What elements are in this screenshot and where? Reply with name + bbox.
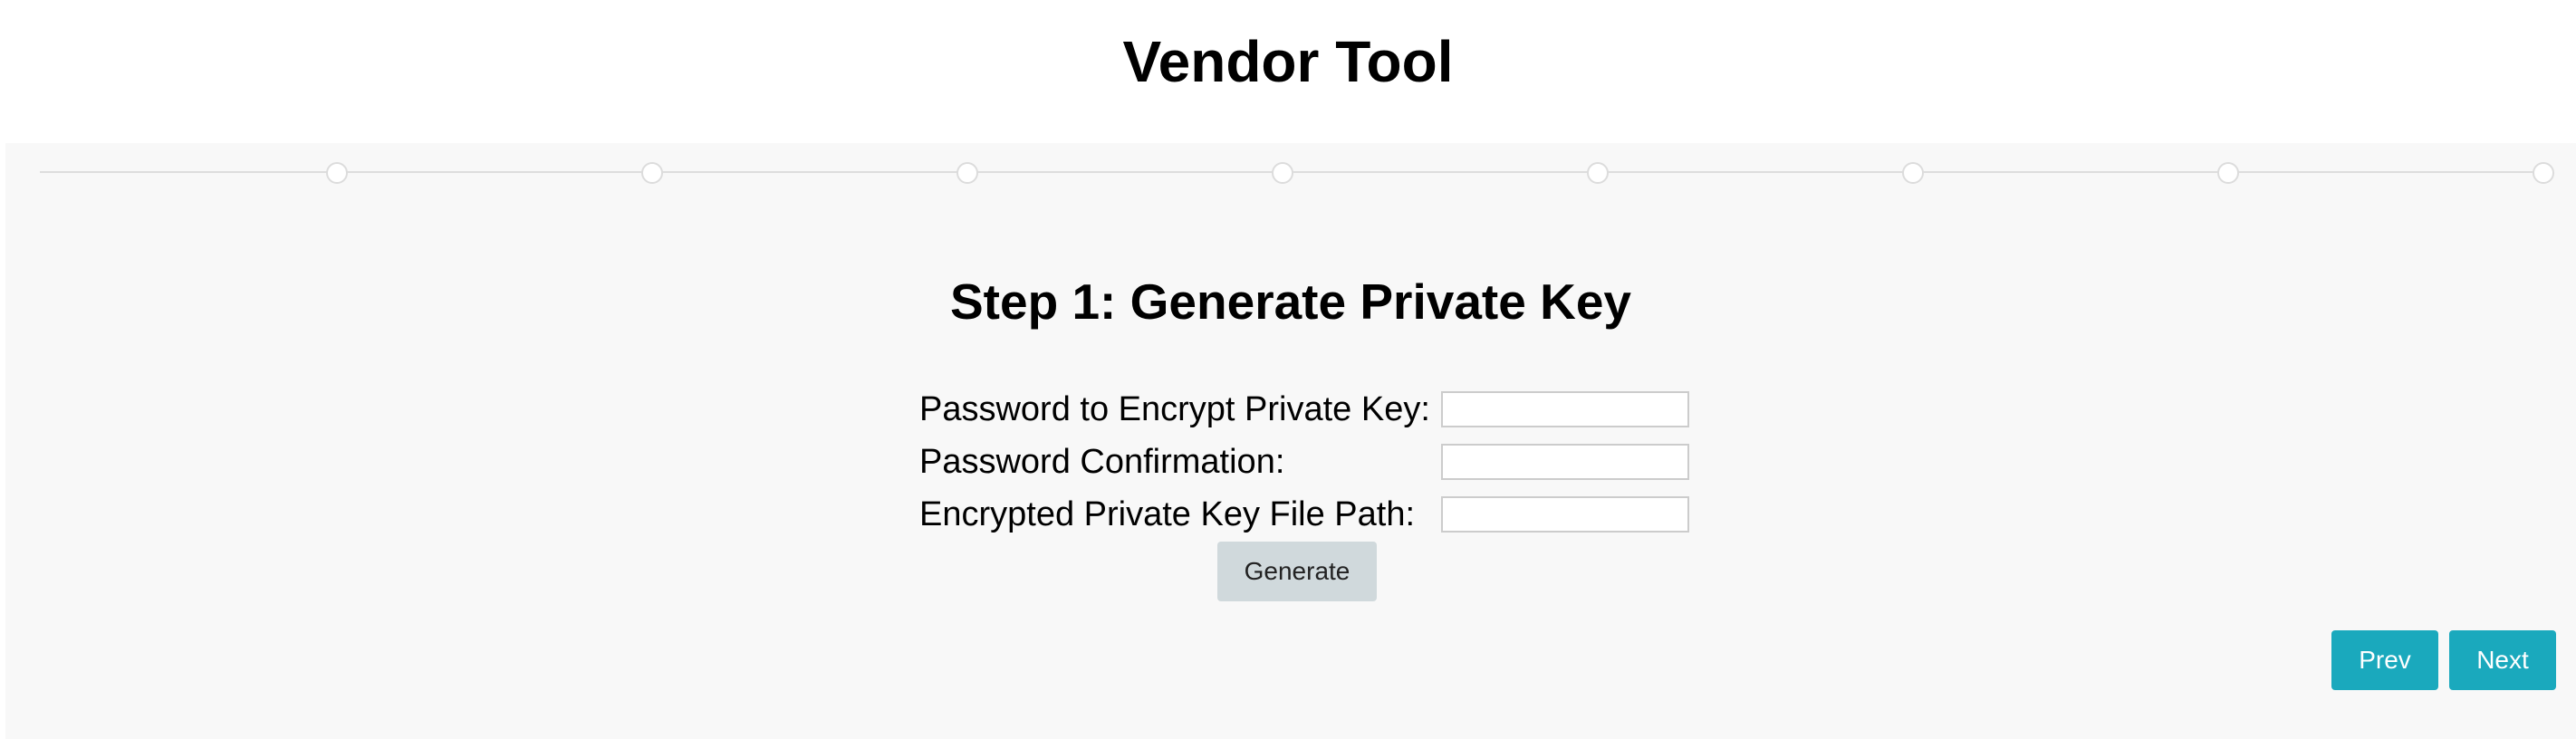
key-file-path-label: Encrypted Private Key File Path: (919, 495, 1416, 533)
password-confirmation-label: Password Confirmation: (919, 443, 1285, 481)
progress-step-node[interactable] (1272, 162, 1293, 184)
generate-button[interactable]: Generate (1217, 542, 1377, 601)
wizard-panel: Step 1: Generate Private Key Password to… (5, 143, 2576, 739)
step-title: Step 1: Generate Private Key (949, 274, 1631, 330)
progress-step-node[interactable] (2217, 162, 2239, 184)
password-label: Password to Encrypt Private Key: (919, 390, 1430, 428)
progress-step-node[interactable] (641, 162, 663, 184)
app-title: Vendor Tool (1122, 29, 1454, 94)
progress-step-node[interactable] (326, 162, 348, 184)
progress-track (40, 171, 2552, 173)
key-file-path-input[interactable] (1441, 496, 1689, 533)
progress-step-node[interactable] (956, 162, 978, 184)
progress-step-node[interactable] (1587, 162, 1609, 184)
password-input[interactable] (1441, 391, 1689, 427)
progress-step-node[interactable] (2533, 162, 2554, 184)
prev-button[interactable]: Prev (2331, 630, 2438, 690)
next-button[interactable]: Next (2449, 630, 2556, 690)
progress-step-node[interactable] (1902, 162, 1924, 184)
password-confirmation-input[interactable] (1441, 444, 1689, 480)
